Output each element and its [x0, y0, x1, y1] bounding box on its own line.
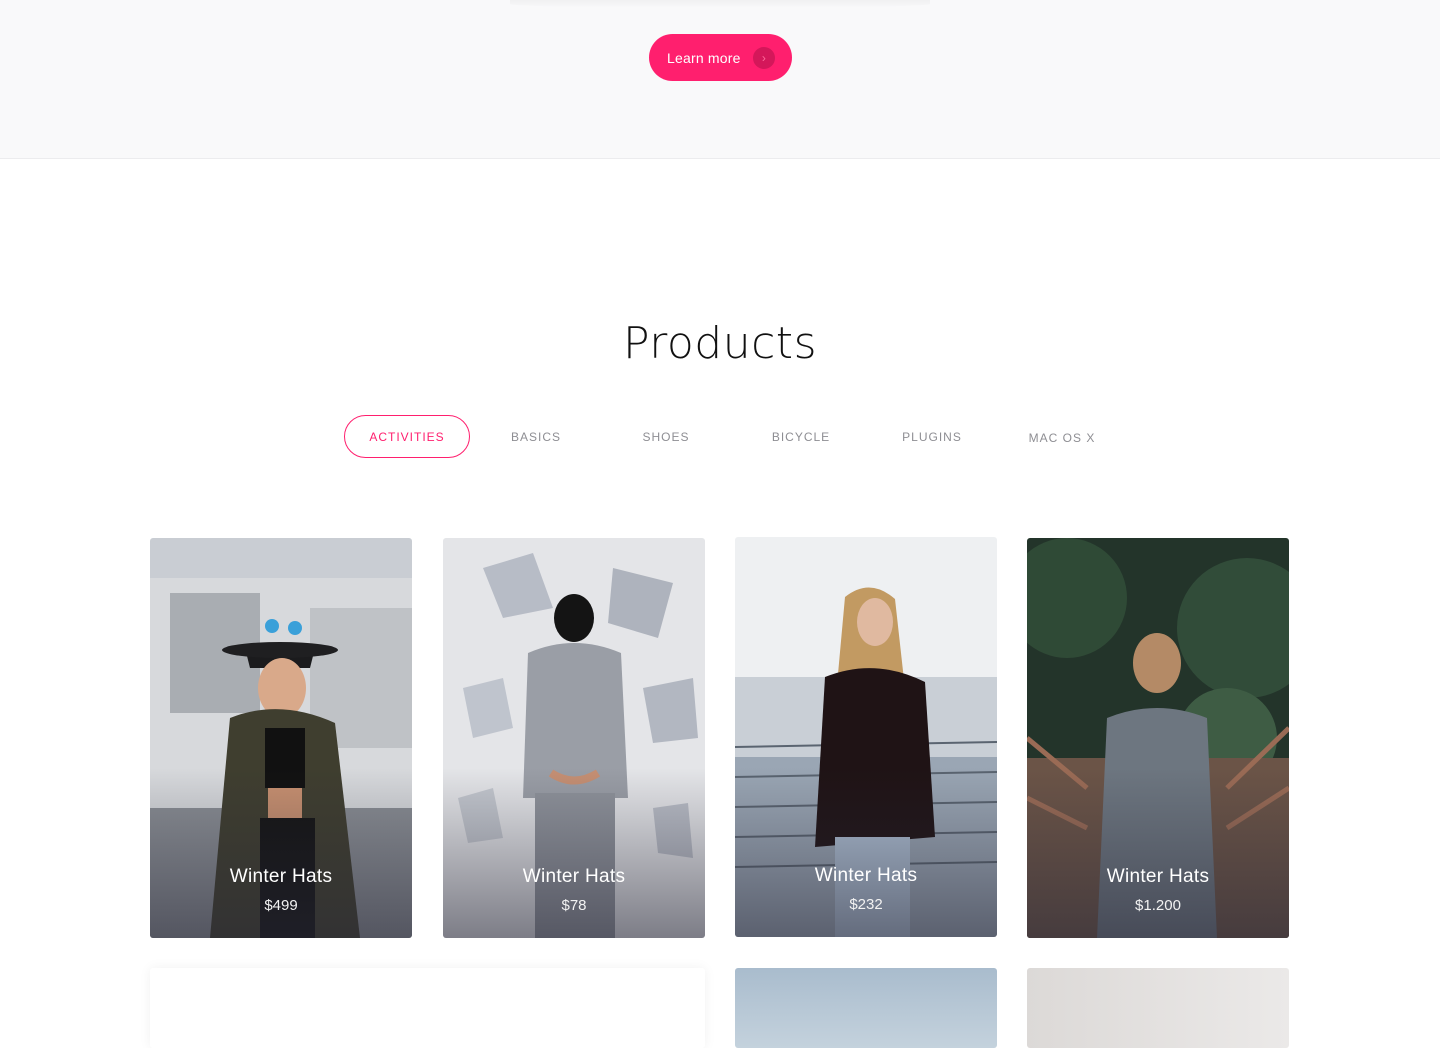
tab-bicycle[interactable]: BICYCLE	[748, 415, 854, 458]
product-name: Winter Hats	[229, 866, 333, 887]
arrow-right-icon: ›	[753, 47, 775, 69]
product-price: $499	[264, 897, 298, 914]
product-card[interactable]	[1027, 968, 1289, 1048]
products-title: Products	[623, 318, 817, 369]
tab-mac-os-x[interactable]: MAC OS X	[1008, 416, 1116, 459]
product-card[interactable]: Winter Hats $78	[443, 538, 705, 938]
learn-more-button[interactable]: Learn more ›	[649, 34, 792, 81]
learn-more-label: Learn more	[667, 49, 741, 66]
product-name: Winter Hats	[522, 866, 626, 887]
product-category-tabs: ACTIVITIES BASICS SHOES BICYCLE PLUGINS …	[0, 415, 1440, 459]
tab-plugins[interactable]: PLUGINS	[878, 415, 986, 458]
tab-shoes[interactable]: SHOES	[614, 415, 718, 458]
product-card[interactable]: Winter Hats $232	[735, 537, 997, 937]
tab-basics[interactable]: BASICS	[484, 415, 588, 458]
product-card[interactable]: Winter Hats $1.200	[1027, 538, 1289, 938]
product-price: $232	[849, 896, 883, 913]
hero-divider-shadow	[510, 0, 930, 8]
product-card[interactable]	[735, 968, 997, 1048]
product-name: Winter Hats	[814, 865, 918, 886]
product-card[interactable]: Winter Hats $499	[150, 538, 412, 938]
product-price: $78	[561, 897, 587, 914]
product-card-wide[interactable]	[150, 968, 705, 1048]
hero-section-bottom: Learn more ›	[0, 0, 1440, 159]
product-price: $1.200	[1135, 897, 1181, 914]
product-name: Winter Hats	[1106, 866, 1210, 887]
tab-activities[interactable]: ACTIVITIES	[344, 415, 470, 458]
